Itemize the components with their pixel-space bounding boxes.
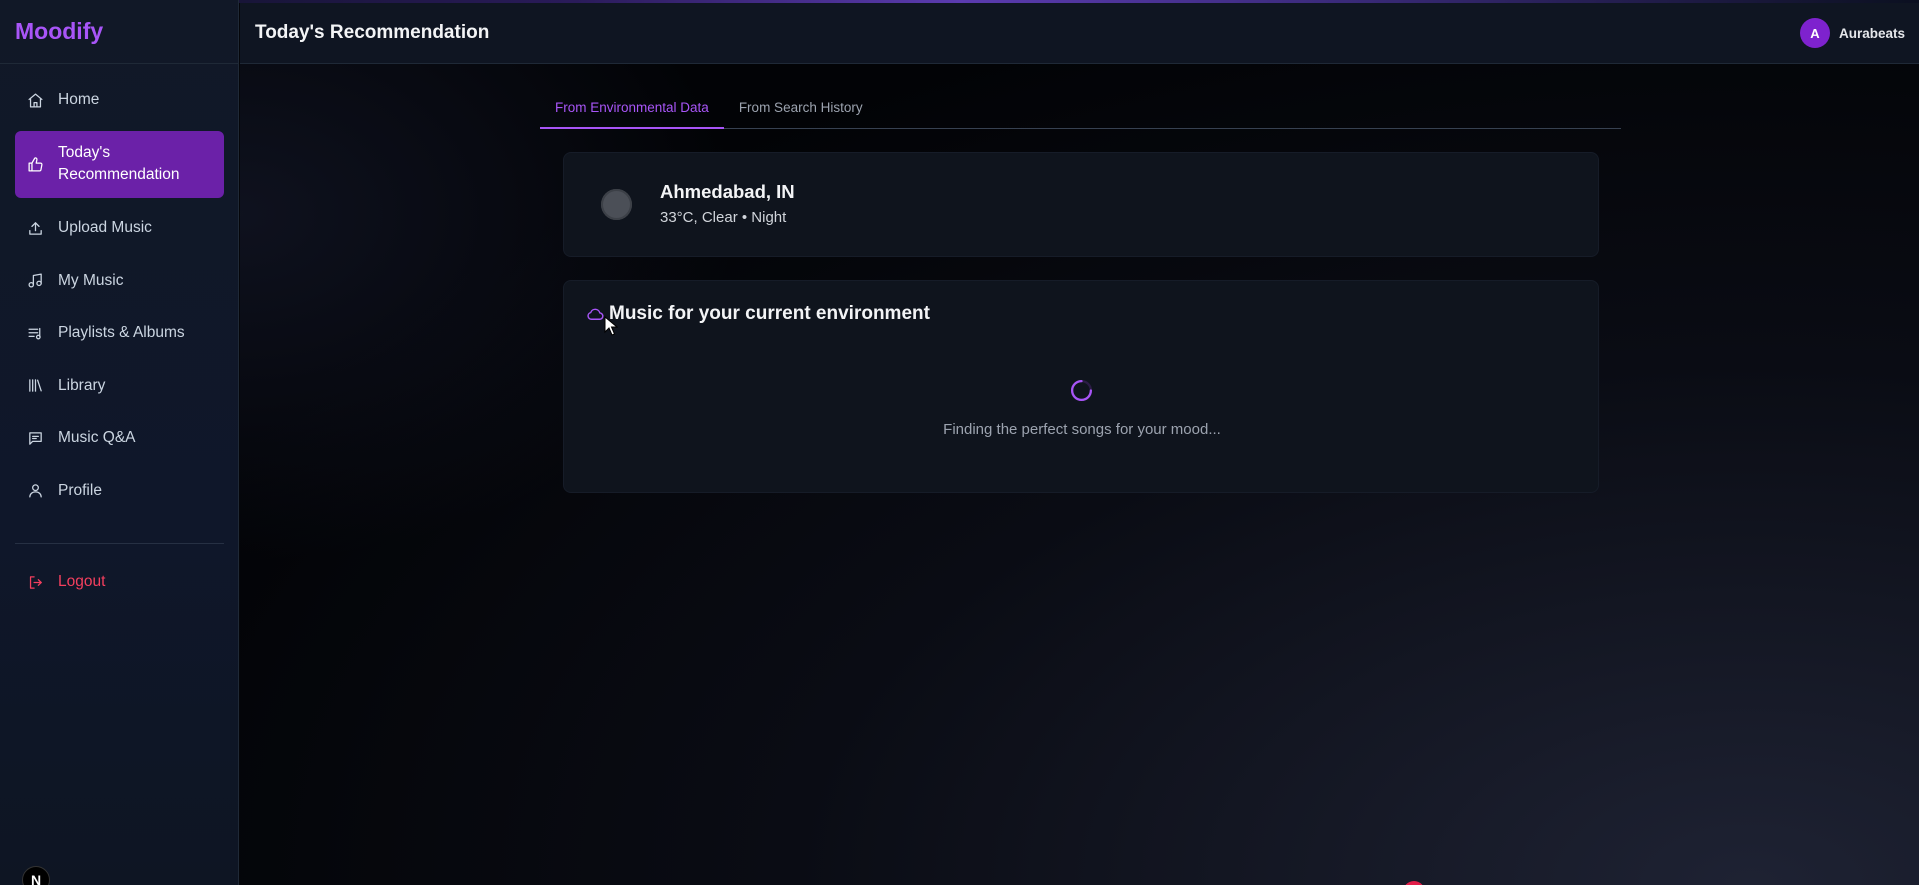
main-content: From Environmental Data From Search Hist… <box>240 64 1919 885</box>
weather-icon <box>601 189 632 220</box>
music-note-icon <box>28 273 42 288</box>
user-icon <box>29 484 42 498</box>
brand-divider <box>0 63 239 64</box>
framework-badge[interactable]: N <box>22 866 50 885</box>
sidebar-item-library[interactable]: Library <box>15 364 224 408</box>
library-icon <box>29 379 42 392</box>
loading-spinner-icon <box>1070 379 1093 402</box>
sidebar-item-label: Upload Music <box>58 219 152 236</box>
sidebar-item-label: Home <box>58 91 100 108</box>
recommendation-title: Music for your current environment <box>609 303 930 324</box>
tab-environmental-data[interactable]: From Environmental Data <box>540 90 724 129</box>
sidebar-item-music-qa[interactable]: Music Q&A <box>15 416 224 460</box>
recommendation-card: Music for your current environment Findi… <box>563 280 1599 493</box>
home-icon <box>28 92 43 108</box>
sidebar-item-upload-music[interactable]: Upload Music <box>15 206 224 250</box>
weather-conditions: 33°C, Clear • Night <box>660 209 787 226</box>
sidebar: Moodify Home Today's Recommendation Uplo… <box>0 0 239 885</box>
loading-text: Finding the perfect songs for your mood.… <box>943 421 1221 438</box>
mouse-cursor-icon <box>604 316 618 336</box>
app-root: Moodify Home Today's Recommendation Uplo… <box>0 0 1919 885</box>
sidebar-item-label: Playlists & Albums <box>58 324 185 341</box>
sidebar-divider <box>15 543 224 544</box>
sidebar-item-profile[interactable]: Profile <box>15 469 224 513</box>
playlist-icon <box>28 327 41 339</box>
tab-search-history[interactable]: From Search History <box>724 90 878 129</box>
avatar[interactable]: A <box>1799 18 1830 48</box>
city-name: Ahmedabad, IN <box>660 181 795 202</box>
top-header: Today's Recommendation A Aurabeats <box>240 3 1919 64</box>
logout-button[interactable]: Logout <box>15 560 224 604</box>
sidebar-item-label: Music Q&A <box>58 429 136 446</box>
weather-card: Ahmedabad, IN 33°C, Clear • Night <box>563 152 1599 257</box>
cloud-icon <box>587 308 604 320</box>
user-menu[interactable]: A Aurabeats <box>1799 18 1905 48</box>
sidebar-item-label: Library <box>58 376 106 394</box>
recommendation-tabs: From Environmental Data From Search Hist… <box>540 90 1621 129</box>
brand-logo[interactable]: Moodify <box>15 18 103 45</box>
chat-icon <box>29 431 42 445</box>
sidebar-item-playlists-albums[interactable]: Playlists & Albums <box>15 311 224 355</box>
sidebar-item-label: Profile <box>58 481 102 499</box>
sidebar-nav: Home Today's Recommendation Upload Music… <box>15 78 224 521</box>
logout-label: Logout <box>58 573 106 590</box>
sidebar-item-todays-recommendation[interactable]: Today's Recommendation <box>15 130 224 198</box>
sidebar-item-label: Today's Recommendation <box>58 144 180 183</box>
thumbs-up-icon <box>28 156 43 172</box>
username: Aurabeats <box>1838 25 1905 41</box>
recommendation-header: Music for your current environment <box>586 303 930 325</box>
upload-icon <box>29 221 42 235</box>
sidebar-item-label: My Music <box>58 271 124 289</box>
sidebar-item-home[interactable]: Home <box>15 78 224 122</box>
page-title: Today's Recommendation <box>255 22 490 43</box>
logout-icon <box>29 575 42 589</box>
sidebar-item-my-music[interactable]: My Music <box>15 259 224 303</box>
